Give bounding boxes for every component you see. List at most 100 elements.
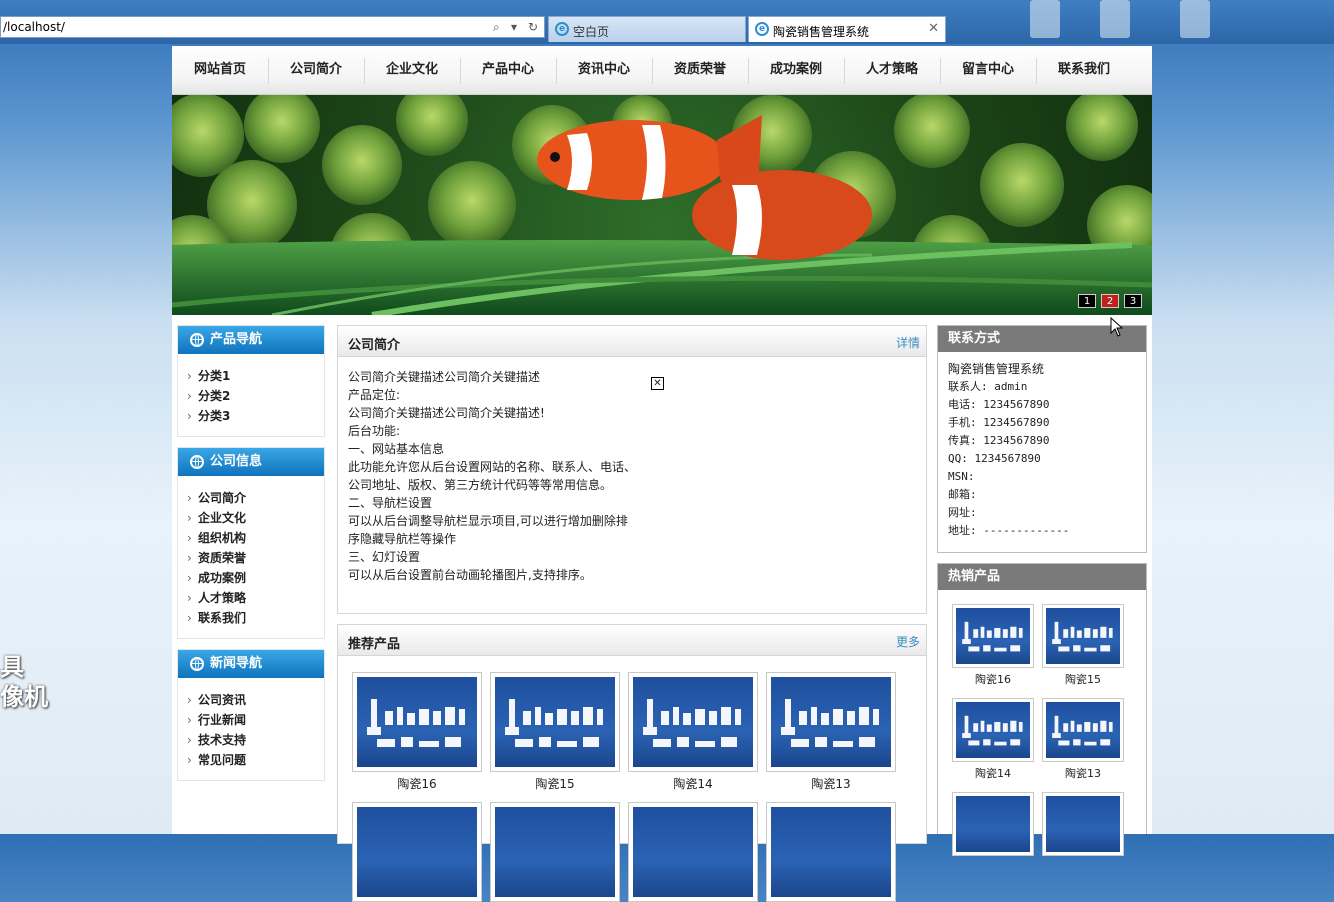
hot-product-caption[interactable]: 陶瓷14: [952, 765, 1034, 781]
news-link[interactable]: 常见问题: [178, 750, 324, 770]
intro-line: 一、网站基本信息: [348, 442, 445, 456]
company-intro-text: 公司简介关键描述公司简介关键描述 产品定位: 公司简介关键描述公司简介关键描述!…: [348, 368, 636, 584]
company-info-link[interactable]: 资质荣誉: [178, 548, 324, 568]
tab-active[interactable]: e 陶瓷销售管理系统 ✕: [748, 16, 946, 42]
hot-products-title: 热销产品: [938, 564, 1146, 590]
product-image: [357, 807, 477, 897]
nav-honors[interactable]: 资质荣誉: [652, 46, 748, 94]
product-nav-box: 产品导航 分类1 分类2 分类3: [177, 325, 325, 437]
news-link[interactable]: 行业新闻: [178, 710, 324, 730]
product-nav-list: 分类1 分类2 分类3: [178, 354, 324, 432]
news-nav-title: 新闻导航: [210, 656, 263, 671]
tab-blank[interactable]: e 空白页: [548, 16, 746, 42]
contact-info: 陶瓷销售管理系统 联系人: admin 电话: 1234567890 手机: 1…: [938, 352, 1146, 540]
product-image: [956, 608, 1030, 664]
intro-line: 二、导航栏设置: [348, 496, 433, 510]
contact-line: 地址: -------------: [948, 524, 1070, 537]
product-caption[interactable]: 陶瓷16: [352, 775, 482, 792]
close-icon[interactable]: ✕: [651, 377, 664, 390]
company-info-link[interactable]: 成功案例: [178, 568, 324, 588]
tab-label: 空白页: [573, 25, 610, 39]
product-card[interactable]: [766, 672, 896, 772]
news-link[interactable]: 公司资讯: [178, 690, 324, 710]
globe-icon: [190, 333, 204, 347]
hot-product-caption[interactable]: 陶瓷13: [1042, 765, 1124, 781]
product-category-link[interactable]: 分类1: [178, 366, 324, 386]
intro-line: 公司简介关键描述公司简介关键描述: [348, 370, 541, 384]
intro-line: 后台功能:: [348, 424, 401, 438]
hot-product-card[interactable]: [952, 698, 1034, 762]
nav-message[interactable]: 留言中心: [940, 46, 1036, 94]
nav-culture[interactable]: 企业文化: [364, 46, 460, 94]
company-info-link[interactable]: 企业文化: [178, 508, 324, 528]
nav-cases[interactable]: 成功案例: [748, 46, 844, 94]
product-image: [1046, 796, 1120, 852]
hot-product-caption[interactable]: 陶瓷16: [952, 671, 1034, 687]
nav-about[interactable]: 公司简介: [268, 46, 364, 94]
intro-line: 产品定位:: [348, 388, 401, 402]
intro-line: 可以从后台调整导航栏显示项目,可以进行增加删除排: [348, 514, 628, 528]
hot-product-card[interactable]: [952, 792, 1034, 856]
intro-more-link[interactable]: 详情: [896, 334, 920, 351]
intro-line: 可以从后台设置前台动画轮播图片,支持排序。: [348, 568, 592, 582]
product-category-link[interactable]: 分类2: [178, 386, 324, 406]
recommend-more-link[interactable]: 更多: [896, 633, 920, 650]
ie-icon: e: [755, 22, 769, 36]
product-image: [1046, 608, 1120, 664]
company-info-link[interactable]: 组织机构: [178, 528, 324, 548]
contact-line: 网址:: [948, 506, 977, 519]
banner-slideshow[interactable]: 1 2 3: [172, 95, 1152, 315]
hot-product-caption[interactable]: 陶瓷15: [1042, 671, 1124, 687]
company-info-link[interactable]: 人才策略: [178, 588, 324, 608]
address-url[interactable]: /localhost/: [3, 20, 65, 34]
product-caption[interactable]: 陶瓷15: [490, 775, 620, 792]
nav-news[interactable]: 资讯中心: [556, 46, 652, 94]
company-intro-header: 公司简介 详情: [338, 326, 926, 357]
address-bar[interactable]: /localhost/ ⌕ ▾ ↻: [0, 16, 545, 38]
hot-product-card[interactable]: [1042, 698, 1124, 762]
contact-company: 陶瓷销售管理系统: [948, 362, 1045, 376]
product-category-link[interactable]: 分类3: [178, 406, 324, 426]
banner-image: [172, 95, 1152, 315]
nav-contact[interactable]: 联系我们: [1036, 46, 1132, 94]
grass: [172, 240, 1152, 315]
hot-products-box: 热销产品 陶瓷16 陶瓷15 陶瓷14 陶瓷13: [937, 563, 1147, 856]
product-caption[interactable]: 陶瓷14: [628, 775, 758, 792]
hot-product-card[interactable]: [1042, 604, 1124, 668]
news-nav-list: 公司资讯 行业新闻 技术支持 常见问题: [178, 678, 324, 776]
nav-products[interactable]: 产品中心: [460, 46, 556, 94]
refresh-icon[interactable]: ↻: [528, 20, 538, 34]
intro-line: 序隐藏导航栏等操作: [348, 532, 457, 546]
globe-icon: [190, 657, 204, 671]
nav-talent[interactable]: 人才策略: [844, 46, 940, 94]
desktop-icon: [1100, 0, 1130, 38]
product-card[interactable]: [490, 802, 620, 902]
product-card[interactable]: [352, 672, 482, 772]
ie-icon: e: [555, 22, 569, 36]
chevron-down-icon[interactable]: ▾: [511, 20, 517, 34]
product-card[interactable]: [490, 672, 620, 772]
slide-dot-1[interactable]: 1: [1078, 294, 1096, 308]
mouse-cursor-icon: [1110, 317, 1124, 337]
hot-product-card[interactable]: [1042, 792, 1124, 856]
product-image: [495, 677, 615, 767]
product-caption[interactable]: 陶瓷13: [766, 775, 896, 792]
company-info-link[interactable]: 联系我们: [178, 608, 324, 628]
nav-home[interactable]: 网站首页: [172, 46, 268, 94]
slide-dot-3[interactable]: 3: [1124, 294, 1142, 308]
product-card[interactable]: [628, 802, 758, 902]
company-info-title: 公司信息: [210, 454, 263, 469]
recommend-title: 推荐产品: [348, 637, 401, 652]
product-card[interactable]: [352, 802, 482, 902]
search-icon[interactable]: ⌕: [493, 20, 500, 35]
slide-dot-2[interactable]: 2: [1101, 294, 1119, 308]
company-info-box: 公司信息 公司简介 企业文化 组织机构 资质荣誉 成功案例 人才策略 联系我们: [177, 447, 325, 639]
hot-product-card[interactable]: [952, 604, 1034, 668]
company-info-link[interactable]: 公司简介: [178, 488, 324, 508]
browser-chrome: /localhost/ ⌕ ▾ ↻ e 空白页 e 陶瓷销售管理系统 ✕: [0, 0, 1334, 44]
product-card[interactable]: [766, 802, 896, 902]
globe-icon: [190, 455, 204, 469]
product-card[interactable]: [628, 672, 758, 772]
news-link[interactable]: 技术支持: [178, 730, 324, 750]
close-tab-icon[interactable]: ✕: [928, 21, 939, 36]
